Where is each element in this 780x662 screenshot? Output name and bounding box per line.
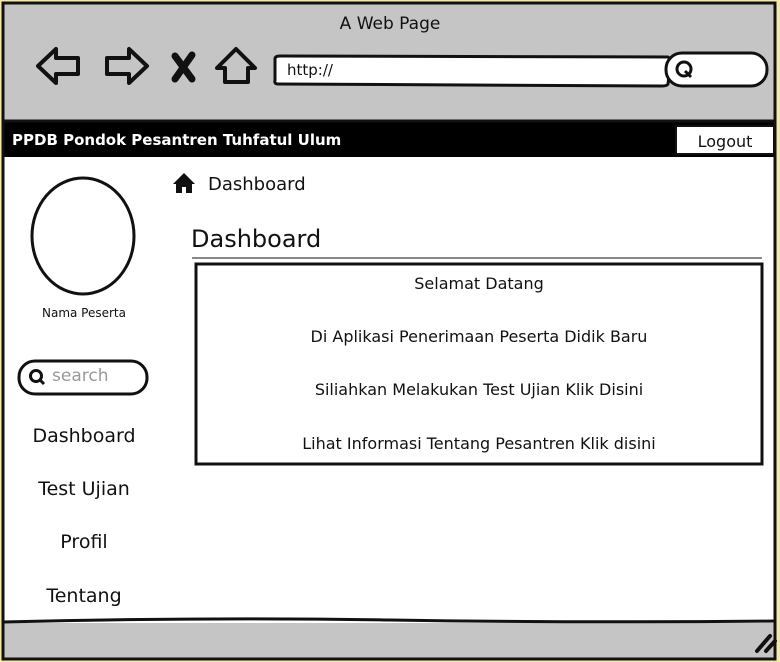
welcome-heading: Selamat Datang: [414, 274, 544, 293]
wireframe-browser-window: A Web Page http:// PPDB Pondok Pesantren…: [0, 0, 780, 662]
user-name: Nama Peserta: [41, 306, 126, 320]
sidebar-item-test-ujian[interactable]: Test Ujian: [0, 478, 168, 500]
browser-title: A Web Page: [339, 14, 441, 34]
avatar: [30, 176, 136, 296]
page-title: Dashboard: [191, 225, 322, 253]
info-pesantren-link[interactable]: Lihat Informasi Tentang Pesantren Klik d…: [196, 434, 762, 453]
sidebar-search-input[interactable]: search: [52, 366, 108, 386]
brand-title: PPDB Pondok Pesantren Tuhfatul Ulum: [12, 131, 342, 149]
test-ujian-link[interactable]: Siliahkan Melakukan Test Ujian Klik Disi…: [196, 380, 762, 399]
logout-button[interactable]: Logout: [676, 132, 774, 151]
browser-search-input[interactable]: [666, 53, 767, 86]
welcome-subtitle: Di Aplikasi Penerimaan Peserta Didik Bar…: [310, 327, 648, 346]
sidebar-item-dashboard[interactable]: Dashboard: [0, 425, 168, 447]
url-bar-outline: [273, 54, 672, 88]
breadcrumb[interactable]: Dashboard: [208, 174, 306, 195]
sidebar-item-profil[interactable]: Profil: [0, 531, 168, 553]
url-input[interactable]: http://: [287, 61, 333, 79]
status-bar: [3, 623, 775, 660]
sidebar-item-tentang[interactable]: Tentang: [0, 585, 168, 607]
